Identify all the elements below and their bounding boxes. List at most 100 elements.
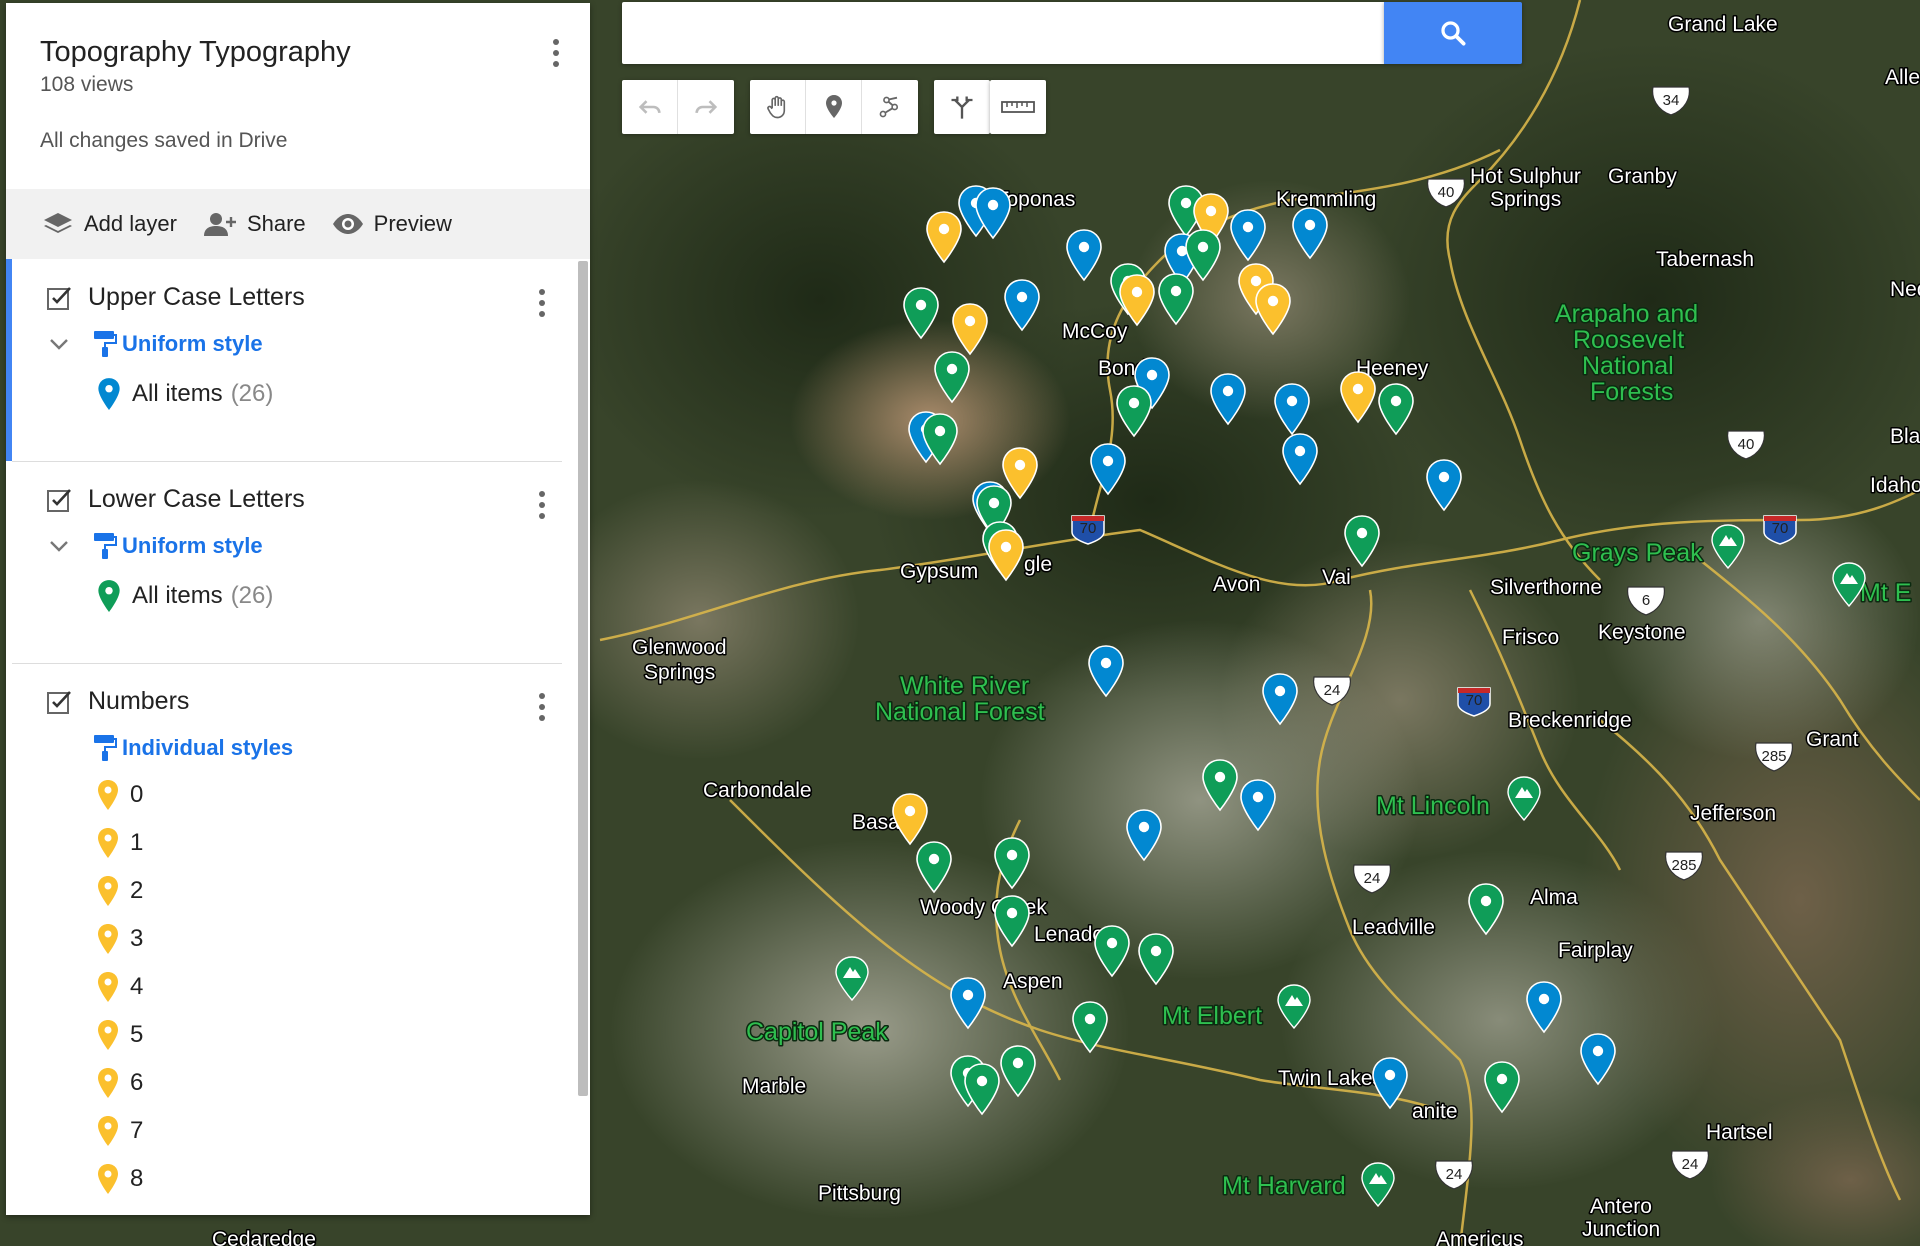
number-item-2[interactable]: 2: [96, 875, 143, 907]
layer-header-upper-case[interactable]: Upper Case Letters: [46, 283, 305, 312]
marker-icon: [825, 95, 842, 118]
svg-text:Junction: Junction: [1582, 1218, 1660, 1241]
all-items-label: All items: [132, 380, 223, 407]
marker-icon: [98, 580, 120, 612]
undo-button[interactable]: [622, 80, 678, 134]
redo-button[interactable]: [678, 80, 734, 134]
svg-text:Breckenridge: Breckenridge: [1508, 709, 1632, 732]
line-icon: [879, 96, 899, 118]
svg-text:anite: anite: [1412, 1100, 1458, 1123]
svg-text:Granby: Granby: [1608, 165, 1677, 188]
panel-actions-bar: Add layer Share Preview: [6, 189, 590, 259]
undo-icon: [638, 100, 661, 114]
preview-button[interactable]: Preview: [332, 211, 452, 237]
directions-button[interactable]: [934, 80, 990, 134]
measure-button[interactable]: [990, 80, 1046, 134]
marker-icon: [98, 378, 120, 410]
number-item-label: 0: [130, 781, 144, 808]
number-item-label: 2: [130, 877, 144, 904]
number-item-label: 4: [130, 973, 144, 1000]
layer-style-row[interactable]: Uniform style: [46, 531, 263, 561]
layer-style-label[interactable]: Individual styles: [122, 735, 293, 761]
svg-text:Aspen: Aspen: [1003, 970, 1063, 993]
highway-shield-label: 24: [1446, 1166, 1463, 1183]
layer-style-label[interactable]: Uniform style: [122, 331, 263, 357]
svg-text:Frisco: Frisco: [1502, 626, 1559, 649]
search-button[interactable]: [1384, 2, 1522, 64]
highway-shield-label: 70: [1080, 520, 1097, 537]
svg-text:Hartsel: Hartsel: [1706, 1121, 1773, 1144]
highway-shield-label: 70: [1466, 692, 1483, 709]
number-item-4[interactable]: 4: [96, 971, 143, 1003]
layer-options-button[interactable]: [530, 687, 554, 727]
map-options-menu-button[interactable]: [544, 33, 568, 73]
number-item-6[interactable]: 6: [96, 1067, 143, 1099]
chevron-down-icon[interactable]: [46, 533, 72, 559]
number-item-5[interactable]: 5: [96, 1019, 143, 1051]
items-count: (26): [230, 582, 274, 609]
panel-scrollbar[interactable]: [578, 261, 588, 1096]
svg-text:Fairplay: Fairplay: [1558, 939, 1633, 962]
add-layer-button[interactable]: Add layer: [42, 211, 177, 237]
layer-options-button[interactable]: [530, 485, 554, 525]
add-marker-button[interactable]: [806, 80, 862, 134]
highway-shield-label: 24: [1364, 870, 1381, 887]
layer-style-row[interactable]: Uniform style: [46, 329, 263, 359]
layer-header-lower-case[interactable]: Lower Case Letters: [46, 485, 305, 514]
all-items-label: All items: [132, 582, 223, 609]
svg-text:Tabernash: Tabernash: [1656, 248, 1754, 271]
svg-text:Forests: Forests: [1590, 378, 1673, 406]
checkbox-icon[interactable]: [46, 285, 72, 311]
svg-text:Marble: Marble: [742, 1075, 806, 1098]
select-items-button[interactable]: [750, 80, 806, 134]
svg-text:Leadville: Leadville: [1352, 916, 1435, 939]
selected-layer-indicator: [6, 259, 12, 461]
checkbox-icon[interactable]: [46, 689, 72, 715]
layer-header-numbers[interactable]: Numbers: [46, 687, 189, 716]
number-item-1[interactable]: 1: [96, 827, 143, 859]
svg-text:Hot Sulphur: Hot Sulphur: [1470, 165, 1581, 188]
add-person-icon: [203, 213, 236, 236]
map-title[interactable]: Topography Typography: [40, 36, 351, 69]
preview-label: Preview: [373, 211, 452, 236]
chevron-down-icon[interactable]: [46, 331, 72, 357]
more-vert-icon: [539, 491, 545, 497]
svg-text:Capitol Peak: Capitol Peak: [746, 1018, 888, 1046]
highway-shield-label: 285: [1671, 857, 1696, 874]
layer-name[interactable]: Upper Case Letters: [88, 283, 305, 312]
highway-shield-label: 6: [1642, 592, 1650, 609]
number-item-8[interactable]: 8: [96, 1163, 143, 1195]
directions-toolbar: [934, 80, 990, 134]
more-vert-icon: [539, 693, 545, 699]
layer-options-button[interactable]: [530, 283, 554, 323]
layer-name[interactable]: Lower Case Letters: [88, 485, 305, 514]
layer-all-items[interactable]: All items (26): [96, 579, 273, 613]
number-item-0[interactable]: 0: [96, 779, 143, 811]
svg-text:Kremmling: Kremmling: [1276, 188, 1376, 211]
svg-text:Roosevelt: Roosevelt: [1573, 326, 1684, 354]
marker-icon: [98, 828, 118, 858]
svg-text:Springs: Springs: [644, 661, 715, 684]
share-button[interactable]: Share: [203, 211, 306, 237]
layer-all-items[interactable]: All items (26): [96, 377, 273, 411]
marker-icon: [98, 780, 118, 810]
number-item-3[interactable]: 3: [96, 923, 143, 955]
number-item-7[interactable]: 7: [96, 1115, 143, 1147]
number-item-label: 1: [130, 829, 144, 856]
layer-style-label[interactable]: Uniform style: [122, 533, 263, 559]
layer-style-row[interactable]: Individual styles: [92, 733, 293, 763]
search-input[interactable]: [622, 2, 1384, 64]
highway-shield-label: 40: [1738, 436, 1755, 453]
checkbox-icon[interactable]: [46, 487, 72, 513]
paint-roller-icon: [94, 331, 117, 357]
highway-shield-label: 70: [1772, 520, 1789, 537]
number-item-label: 6: [130, 1069, 144, 1096]
marker-icon: [98, 1020, 118, 1050]
svg-text:Jefferson: Jefferson: [1690, 802, 1776, 825]
layer-name[interactable]: Numbers: [88, 687, 189, 716]
measure-toolbar: [990, 80, 1046, 134]
draw-line-button[interactable]: [862, 80, 918, 134]
svg-text:Grays Peak: Grays Peak: [1572, 539, 1703, 567]
paint-roller-icon: [94, 533, 117, 559]
svg-text:Carbondale: Carbondale: [703, 779, 812, 802]
